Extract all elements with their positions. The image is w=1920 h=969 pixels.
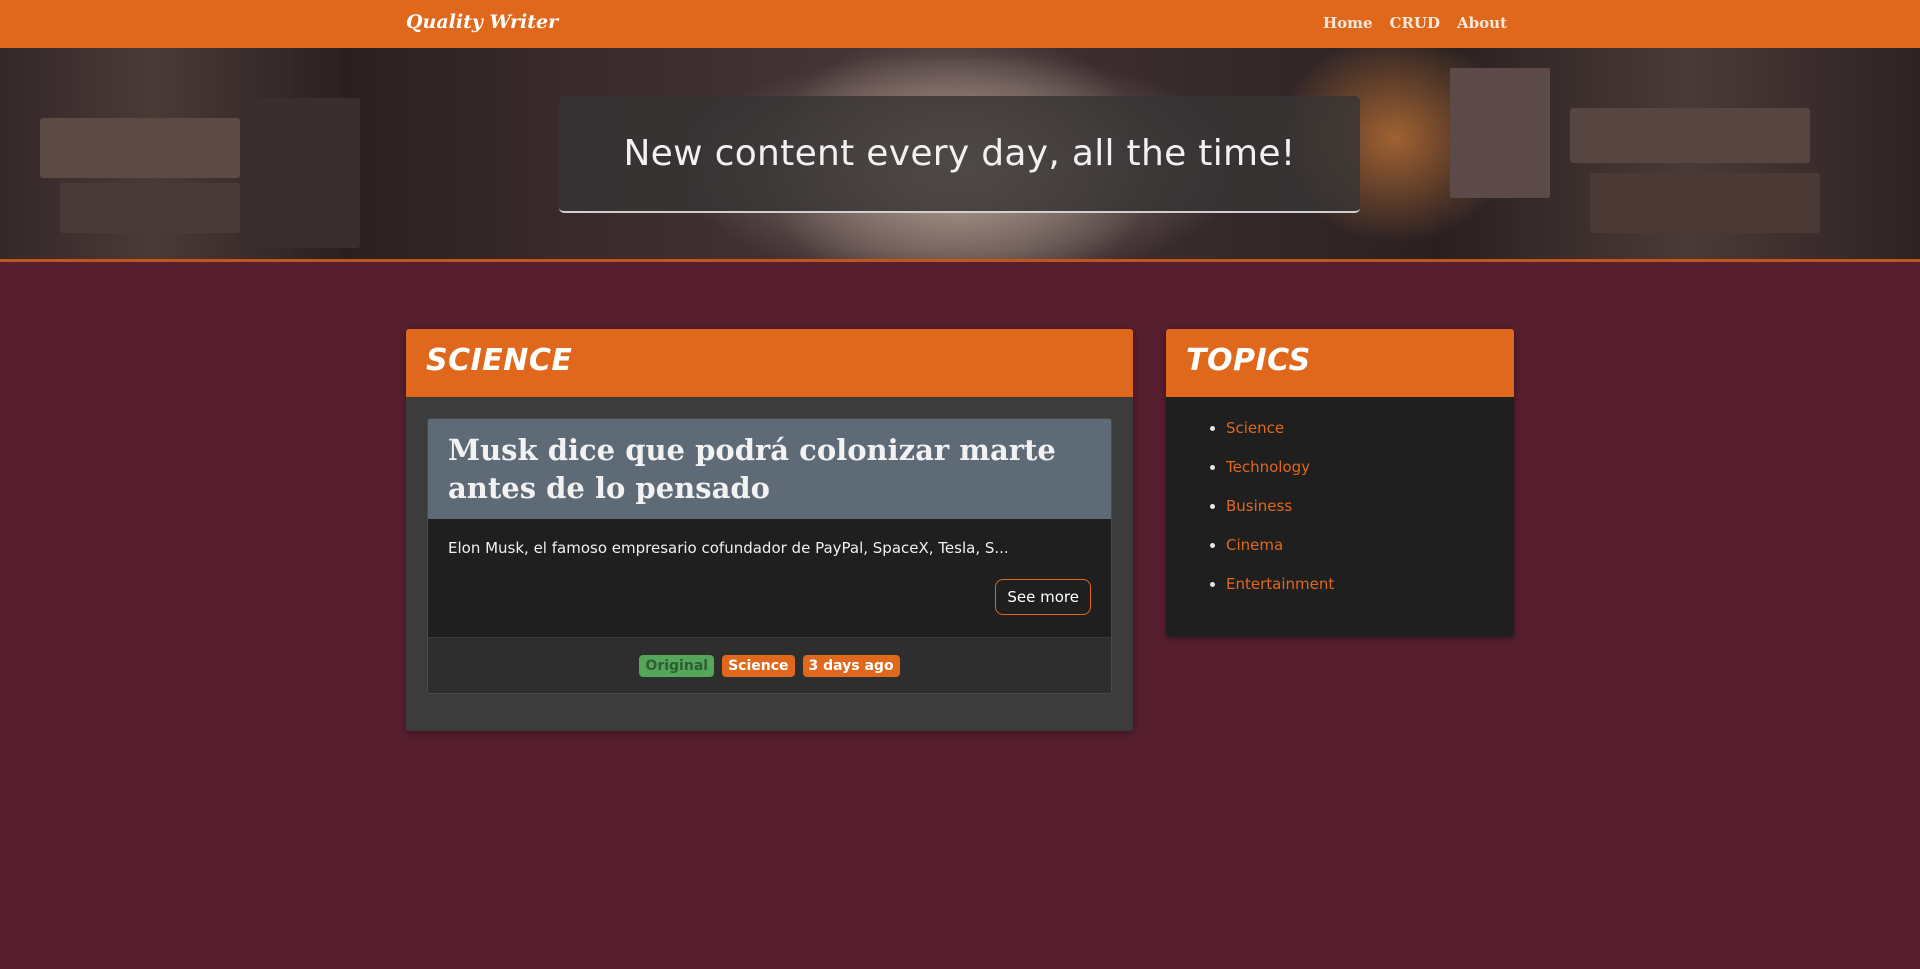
article-title: Musk dice que podrá colonizar marte ante… <box>448 433 1056 505</box>
topic-link-science[interactable]: Science <box>1226 419 1284 437</box>
badge-category: Science <box>722 654 795 677</box>
navbar: Quality Writer Home CRUD About <box>0 0 1920 48</box>
science-section-title: SCIENCE <box>426 343 573 378</box>
topic-link-entertainment[interactable]: Entertainment <box>1226 575 1334 593</box>
article-body: Elon Musk, el famoso empresario cofundad… <box>428 519 1111 637</box>
hero-background-books <box>1570 108 1810 163</box>
article-excerpt: Elon Musk, el famoso empresario cofundad… <box>448 539 1009 557</box>
topics-section-header: TOPICS <box>1166 329 1514 397</box>
list-item: Technology <box>1226 458 1514 476</box>
hero-background-books <box>250 98 360 248</box>
topics-list: Science Technology Business Cinema Enter… <box>1166 397 1514 593</box>
science-section-body: Musk dice que podrá colonizar marte ante… <box>406 397 1133 694</box>
brand-logo[interactable]: Quality Writer <box>406 11 558 33</box>
badge-date: 3 days ago <box>802 654 900 677</box>
hero-background-books <box>1590 173 1820 233</box>
topic-link-technology[interactable]: Technology <box>1226 458 1310 476</box>
nav-link-about[interactable]: About <box>1457 14 1507 32</box>
article-header: Musk dice que podrá colonizar marte ante… <box>428 419 1111 519</box>
nav-links: Home CRUD About <box>1323 14 1507 32</box>
nav-link-crud[interactable]: CRUD <box>1390 14 1441 32</box>
list-item: Business <box>1226 497 1514 515</box>
science-section-header: SCIENCE <box>406 329 1133 397</box>
article-card: Musk dice que podrá colonizar marte ante… <box>427 418 1112 694</box>
list-item: Entertainment <box>1226 575 1514 593</box>
topics-section-title: TOPICS <box>1186 343 1311 378</box>
hero-headline-box: New content every day, all the time! <box>559 96 1360 213</box>
list-item: Cinema <box>1226 536 1514 554</box>
hero-background-books <box>60 183 240 233</box>
hero-background-books <box>40 118 240 178</box>
list-item: Science <box>1226 419 1514 437</box>
topic-link-cinema[interactable]: Cinema <box>1226 536 1283 554</box>
hero-background-books <box>1450 68 1550 198</box>
nav-link-home[interactable]: Home <box>1323 14 1373 32</box>
topics-section-card: TOPICS Science Technology Business Cinem… <box>1166 329 1514 637</box>
see-more-button[interactable]: See more <box>995 579 1091 615</box>
topic-link-business[interactable]: Business <box>1226 497 1292 515</box>
hero-banner: New content every day, all the time! <box>0 48 1920 262</box>
badge-original: Original <box>639 654 715 677</box>
hero-headline: New content every day, all the time! <box>623 133 1296 174</box>
article-footer: Original Science 3 days ago <box>428 637 1111 693</box>
science-section-card: SCIENCE Musk dice que podrá colonizar ma… <box>406 329 1133 731</box>
